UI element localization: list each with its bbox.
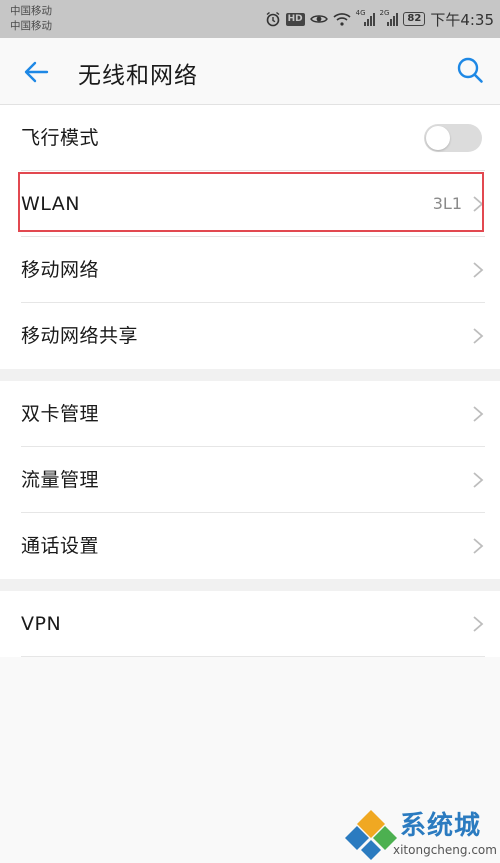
divider bbox=[21, 656, 485, 657]
net-type-2: 2G bbox=[379, 9, 390, 17]
dual-sim-label: 双卡管理 bbox=[21, 403, 100, 425]
tethering-row[interactable]: 移动网络共享 bbox=[0, 303, 500, 369]
wlan-row[interactable]: WLAN 3L1 bbox=[0, 171, 500, 237]
carrier-info: 中国移动 中国移动 bbox=[10, 4, 52, 34]
section-gap bbox=[0, 579, 500, 591]
tethering-label: 移动网络共享 bbox=[21, 325, 139, 347]
page-title: 无线和网络 bbox=[78, 63, 198, 89]
chevron-right-icon bbox=[473, 262, 484, 278]
app-bar: 无线和网络 bbox=[0, 38, 500, 105]
chevron-right-icon bbox=[473, 616, 484, 632]
carrier-2: 中国移动 bbox=[10, 20, 52, 32]
eye-comfort-icon bbox=[309, 12, 328, 26]
search-button[interactable] bbox=[452, 52, 488, 88]
call-settings-label: 通话设置 bbox=[21, 535, 100, 557]
signal-2-icon: 2G bbox=[380, 9, 399, 26]
wlan-label: WLAN bbox=[21, 193, 81, 215]
airplane-mode-label: 飞行模式 bbox=[21, 127, 100, 149]
carrier-1: 中国移动 bbox=[10, 5, 52, 17]
settings-group-sim: 双卡管理 流量管理 通话设置 bbox=[0, 381, 500, 579]
watermark-url: xitongcheng.com bbox=[393, 843, 497, 857]
alarm-icon bbox=[265, 11, 281, 27]
mobile-network-row[interactable]: 移动网络 bbox=[0, 237, 500, 303]
chevron-right-icon bbox=[473, 538, 484, 554]
watermark-logo-icon bbox=[345, 810, 397, 860]
section-gap bbox=[0, 369, 500, 381]
clock: 下午4:35 bbox=[430, 10, 494, 29]
signal-1-icon: 4G bbox=[356, 9, 375, 26]
call-settings-row[interactable]: 通话设置 bbox=[0, 513, 500, 579]
hd-icon: HD bbox=[285, 12, 305, 26]
status-bar: 中国移动 中国移动 HD 4G 2G 82 下午4:35 bbox=[0, 0, 500, 38]
wifi-icon bbox=[333, 12, 351, 26]
airplane-mode-row[interactable]: 飞行模式 bbox=[0, 105, 500, 171]
mobile-network-label: 移动网络 bbox=[21, 259, 100, 281]
data-usage-label: 流量管理 bbox=[21, 469, 100, 491]
airplane-mode-toggle[interactable] bbox=[424, 124, 482, 152]
chevron-right-icon bbox=[473, 328, 484, 344]
arrow-left-icon bbox=[24, 61, 49, 83]
vpn-row[interactable]: VPN bbox=[0, 591, 500, 657]
battery-icon: 82 bbox=[403, 12, 426, 26]
settings-group-vpn: VPN bbox=[0, 591, 500, 657]
data-usage-row[interactable]: 流量管理 bbox=[0, 447, 500, 513]
watermark-name: 系统城 bbox=[400, 811, 482, 841]
dual-sim-row[interactable]: 双卡管理 bbox=[0, 381, 500, 447]
chevron-right-icon bbox=[473, 472, 484, 488]
site-watermark: 系统城 xitongcheng.com bbox=[345, 805, 500, 863]
settings-group-network: 飞行模式 WLAN 3L1 移动网络 移动网络共享 bbox=[0, 105, 500, 369]
chevron-right-icon bbox=[473, 406, 484, 422]
status-icons: HD 4G 2G 82 下午4:35 bbox=[265, 8, 494, 30]
net-type-1: 4G bbox=[355, 9, 366, 17]
vpn-label: VPN bbox=[21, 613, 62, 635]
chevron-right-icon bbox=[473, 196, 484, 212]
back-button[interactable] bbox=[18, 54, 54, 90]
search-icon bbox=[457, 57, 483, 83]
wlan-connected-network: 3L1 bbox=[432, 194, 462, 213]
